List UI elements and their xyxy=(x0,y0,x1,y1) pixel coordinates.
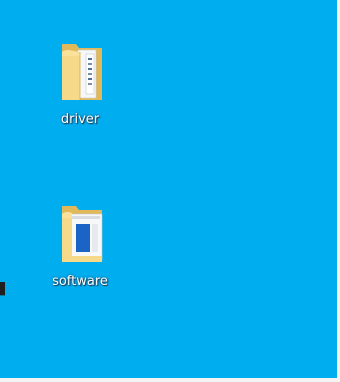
desktop-icon-driver[interactable]: driver xyxy=(32,38,128,148)
clipped-edge-icon: ▌ xyxy=(0,282,6,296)
folder-icon xyxy=(62,206,103,262)
desktop-icon-label: software xyxy=(52,274,108,289)
desktop-icon-label: driver xyxy=(60,112,100,127)
folder-icon xyxy=(62,44,102,100)
desktop[interactable]: driver software ▌ xyxy=(0,0,340,382)
desktop-icon-software[interactable]: software xyxy=(32,200,128,310)
